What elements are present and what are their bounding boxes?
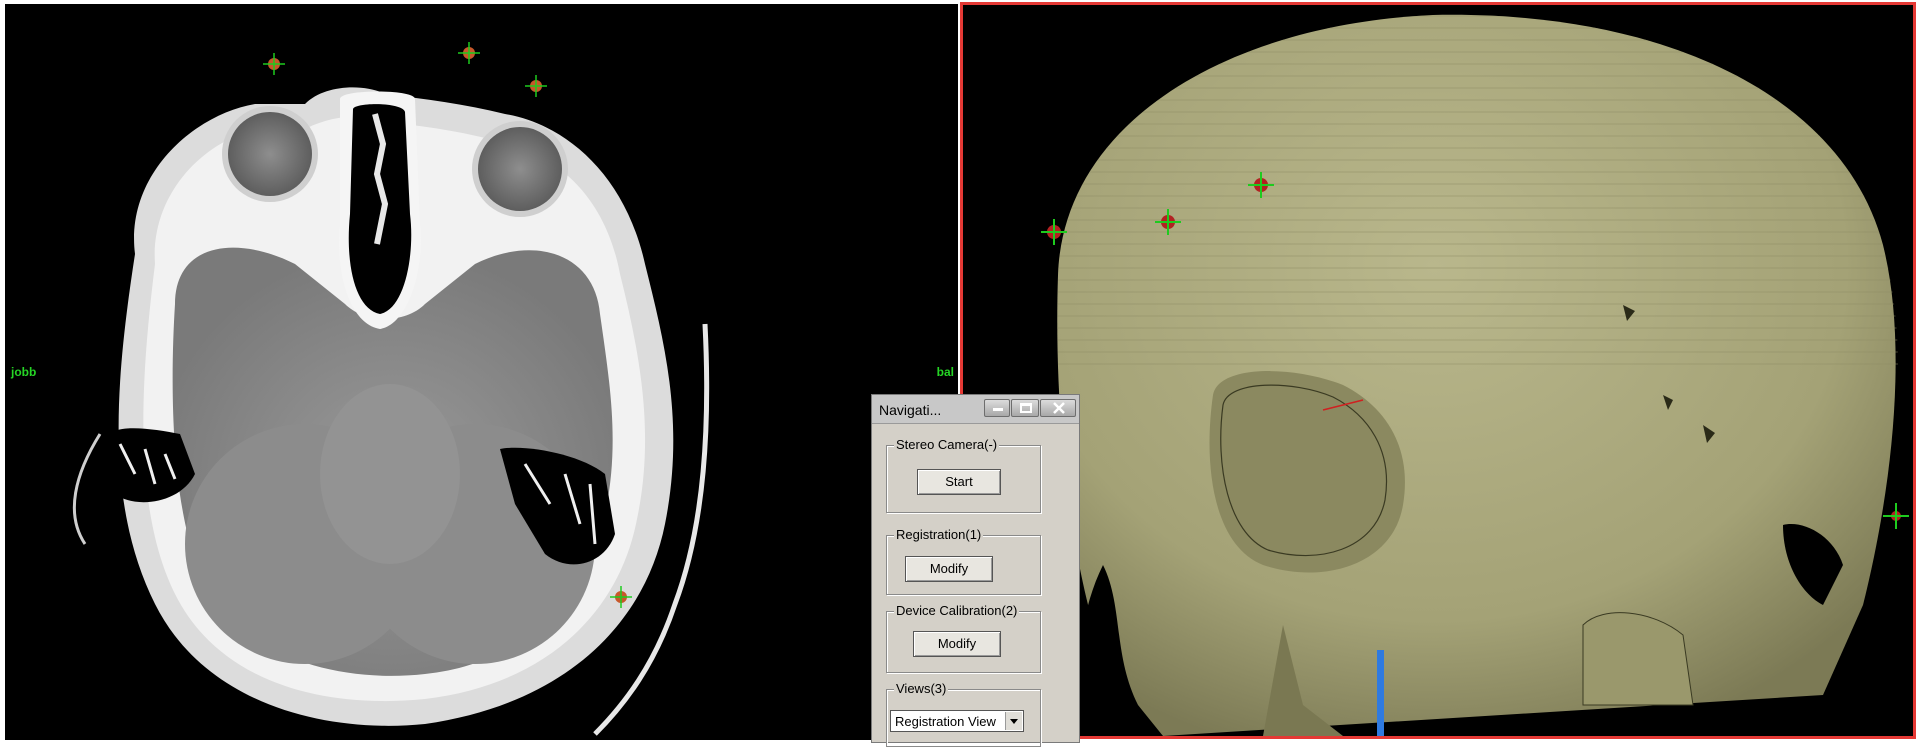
device-calibration-group: Device Calibration(2) Modify [886,603,1041,673]
navigation-panel-title: Navigati... [879,402,942,418]
minimize-button[interactable] [984,399,1010,417]
view-select-value: Registration View [895,714,996,729]
close-icon [1053,402,1065,414]
close-button[interactable] [1040,399,1076,417]
fiducial-marker-icon[interactable] [1881,501,1911,531]
views-label: Views(3) [894,681,949,696]
device-calibration-modify-button[interactable]: Modify [913,631,1001,657]
axial-ct-viewport[interactable]: jobb bal [5,4,958,740]
fiducial-marker-icon[interactable] [1039,217,1069,247]
view-select[interactable]: Registration View [890,710,1024,732]
maximize-button[interactable] [1011,399,1039,417]
orientation-label-right: bal [936,365,954,379]
registration-label: Registration(1) [894,527,984,542]
fiducial-marker-icon[interactable] [457,41,481,65]
navigation-panel-titlebar[interactable]: Navigati... [872,395,1079,424]
chevron-down-icon[interactable] [1005,712,1022,730]
maximize-icon [1020,403,1032,413]
navigation-panel: Navigati... Stereo Camera(-) Start Regis… [871,394,1080,747]
ct-slice-image [72,87,710,736]
orientation-label-left: jobb [11,365,37,379]
fiducial-marker-icon[interactable] [1153,207,1183,237]
stereo-camera-start-button[interactable]: Start [917,469,1001,495]
stereo-camera-label: Stereo Camera(-) [894,437,1000,452]
minimize-icon [993,408,1003,411]
device-calibration-label: Device Calibration(2) [894,603,1020,618]
fiducial-marker-icon[interactable] [1246,170,1276,200]
fiducial-marker-icon[interactable] [262,52,286,76]
registration-group: Registration(1) Modify [886,527,1041,595]
fiducial-marker-icon[interactable] [609,585,633,609]
stereo-camera-group: Stereo Camera(-) Start [886,437,1041,513]
registration-modify-button[interactable]: Modify [905,556,993,582]
skull-3d-render [1057,14,1898,736]
fiducial-marker-icon[interactable] [524,74,548,98]
volume-3d-viewport[interactable] [960,2,1916,739]
